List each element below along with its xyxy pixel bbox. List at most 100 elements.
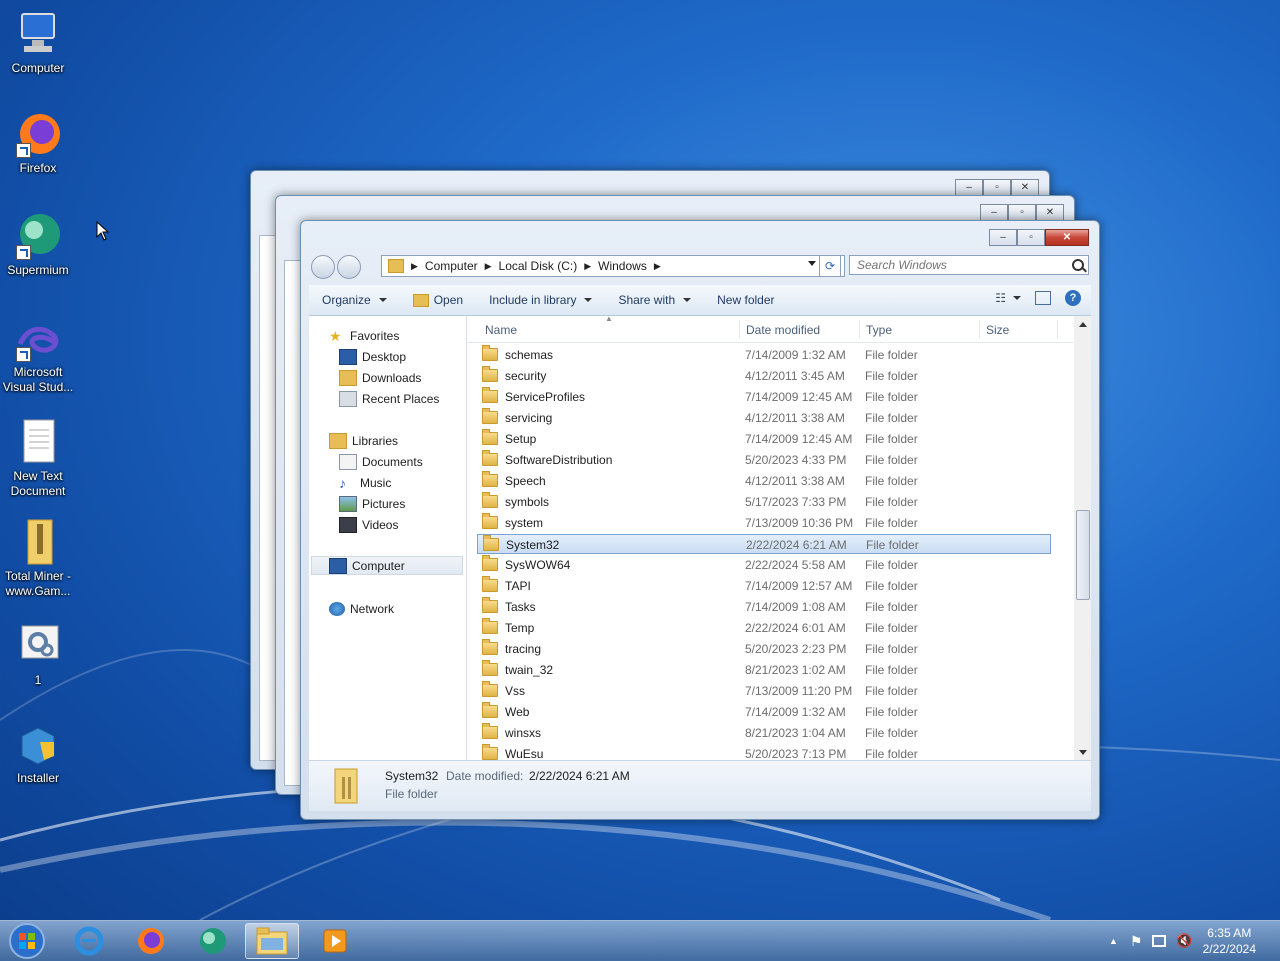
- details-date-label: Date modified:: [446, 769, 524, 783]
- vertical-scrollbar[interactable]: [1074, 316, 1091, 761]
- column-divider[interactable]: [979, 320, 980, 338]
- network-status-icon[interactable]: [1152, 935, 1167, 947]
- column-type[interactable]: Type: [866, 323, 892, 337]
- folder-zip-icon: [14, 518, 62, 566]
- desktop-icon-new-text-document[interactable]: New Text Document: [0, 418, 76, 499]
- minimize-button[interactable]: –: [989, 229, 1017, 246]
- search-icon[interactable]: [1072, 259, 1084, 271]
- desktop-icon-supermium[interactable]: Supermium: [0, 212, 76, 278]
- file-row[interactable]: SysWOW64 2/22/2024 5:58 AM File folder: [477, 555, 1051, 575]
- maximize-button[interactable]: ▫: [983, 179, 1011, 196]
- file-row[interactable]: WuEsu 5/20/2023 7:13 PM File folder: [477, 744, 1051, 761]
- minimize-button[interactable]: –: [980, 204, 1008, 221]
- explorer-window[interactable]: – ▫ ✕ ▶ Computer ▶ Local Disk (C:) ▶ Win…: [300, 220, 1100, 820]
- minimize-button[interactable]: –: [955, 179, 983, 196]
- nav-recent-places[interactable]: Recent Places: [339, 389, 439, 408]
- file-row[interactable]: Speech 4/12/2011 3:38 AM File folder: [477, 471, 1051, 491]
- open-button[interactable]: Open: [400, 293, 476, 307]
- taskbar-firefox[interactable]: [124, 923, 178, 959]
- desktop-icon-visual-studio[interactable]: Microsoft Visual Stud...: [0, 322, 76, 395]
- close-button[interactable]: ✕: [1045, 229, 1089, 246]
- column-divider[interactable]: [859, 320, 860, 338]
- file-row[interactable]: System32 2/22/2024 6:21 AM File folder: [477, 534, 1051, 554]
- videos-icon: [339, 516, 357, 533]
- desktop-icon-1[interactable]: 1: [0, 622, 76, 688]
- nav-music[interactable]: ♪ Music: [339, 473, 391, 492]
- nav-libraries[interactable]: Libraries: [329, 431, 398, 450]
- breadcrumb-computer[interactable]: Computer: [421, 259, 482, 273]
- column-divider[interactable]: [1057, 320, 1058, 338]
- organize-button[interactable]: Organize: [309, 293, 400, 307]
- nav-network[interactable]: Network: [329, 599, 394, 618]
- desktop-icon-installer[interactable]: Installer: [0, 720, 76, 786]
- file-row[interactable]: security 4/12/2011 3:45 AM File folder: [477, 366, 1051, 386]
- nav-computer[interactable]: Computer: [311, 556, 463, 575]
- taskbar-media-player[interactable]: [308, 923, 362, 959]
- volume-muted-icon[interactable]: 🔇: [1176, 933, 1192, 949]
- share-with-button[interactable]: Share with: [605, 293, 704, 307]
- column-divider[interactable]: [739, 320, 740, 338]
- file-row[interactable]: winsxs 8/21/2023 1:04 AM File folder: [477, 723, 1051, 743]
- column-size[interactable]: Size: [986, 323, 1009, 337]
- desktop-icon-firefox[interactable]: Firefox: [0, 110, 76, 176]
- include-in-library-button[interactable]: Include in library: [476, 293, 605, 307]
- change-view-button[interactable]: ☷: [995, 291, 1021, 305]
- nav-documents[interactable]: Documents: [339, 452, 423, 471]
- scroll-thumb[interactable]: [1076, 510, 1090, 600]
- column-date-modified[interactable]: Date modified: [746, 323, 820, 337]
- back-button[interactable]: [311, 255, 335, 279]
- file-row[interactable]: system 7/13/2009 10:36 PM File folder: [477, 513, 1051, 533]
- desktop-icon-label: New Text Document: [10, 469, 66, 498]
- nav-pictures[interactable]: Pictures: [339, 494, 405, 513]
- clock[interactable]: 6:35 AM 2/22/2024: [1203, 925, 1256, 957]
- column-name[interactable]: Name: [485, 323, 517, 337]
- nav-downloads[interactable]: Downloads: [339, 368, 421, 387]
- file-date-modified: 2/22/2024 6:01 AM: [745, 621, 846, 635]
- file-row[interactable]: Vss 7/13/2009 11:20 PM File folder: [477, 681, 1051, 701]
- file-row[interactable]: symbols 5/17/2023 7:33 PM File folder: [477, 492, 1051, 512]
- include-in-library-label: Include in library: [489, 293, 577, 307]
- file-row[interactable]: tracing 5/20/2023 2:23 PM File folder: [477, 639, 1051, 659]
- search-input[interactable]: [849, 255, 1089, 275]
- action-center-flag-icon[interactable]: ⚑: [1130, 933, 1143, 950]
- close-button[interactable]: ✕: [1036, 204, 1064, 221]
- show-hidden-icons-icon[interactable]: ▲: [1109, 936, 1118, 946]
- maximize-button[interactable]: ▫: [1008, 204, 1036, 221]
- start-button[interactable]: [0, 923, 54, 959]
- nav-favorites[interactable]: ★ Favorites: [329, 326, 399, 345]
- file-row[interactable]: Tasks 7/14/2009 1:08 AM File folder: [477, 597, 1051, 617]
- file-row[interactable]: TAPI 7/14/2009 12:57 AM File folder: [477, 576, 1051, 596]
- address-bar[interactable]: ▶ Computer ▶ Local Disk (C:) ▶ Windows ▶: [381, 255, 845, 277]
- taskbar-explorer[interactable]: [245, 923, 299, 959]
- file-row[interactable]: twain_32 8/21/2023 1:02 AM File folder: [477, 660, 1051, 680]
- nav-videos[interactable]: Videos: [339, 515, 398, 534]
- file-row[interactable]: schemas 7/14/2009 1:32 AM File folder: [477, 345, 1051, 365]
- file-row[interactable]: Temp 2/22/2024 6:01 AM File folder: [477, 618, 1051, 638]
- desktop-icon-computer[interactable]: Computer: [0, 10, 76, 76]
- breadcrumb-local-disk[interactable]: Local Disk (C:): [495, 259, 582, 273]
- media-player-icon: [323, 929, 347, 953]
- desktop-icon-total-miner[interactable]: Total Miner - www.Gam...: [0, 518, 76, 599]
- taskbar: ▲ ⚑ 🔇 6:35 AM 2/22/2024: [0, 920, 1280, 961]
- help-icon[interactable]: ?: [1065, 290, 1081, 306]
- breadcrumb-windows[interactable]: Windows: [594, 259, 651, 273]
- taskbar-supermium[interactable]: [186, 923, 240, 959]
- file-row[interactable]: ServiceProfiles 7/14/2009 12:45 AM File fo…: [477, 387, 1051, 407]
- file-type: File folder: [865, 579, 918, 593]
- file-row[interactable]: Setup 7/14/2009 12:45 AM File folder: [477, 429, 1051, 449]
- close-button[interactable]: ✕: [1011, 179, 1039, 196]
- preview-pane-icon[interactable]: [1035, 291, 1051, 305]
- scroll-down-icon[interactable]: [1079, 750, 1087, 755]
- file-row[interactable]: servicing 4/12/2011 3:38 AM File folder: [477, 408, 1051, 428]
- forward-button[interactable]: [337, 255, 361, 279]
- maximize-button[interactable]: ▫: [1017, 229, 1045, 246]
- address-dropdown-icon[interactable]: [808, 261, 816, 266]
- file-row[interactable]: Web 7/14/2009 1:32 AM File folder: [477, 702, 1051, 722]
- file-row[interactable]: SoftwareDistribution 5/20/2023 4:33 PM Fil…: [477, 450, 1051, 470]
- scroll-up-icon[interactable]: [1079, 322, 1087, 327]
- taskbar-internet-explorer[interactable]: [62, 923, 116, 959]
- file-type: File folder: [865, 726, 918, 740]
- new-folder-button[interactable]: New folder: [704, 293, 787, 307]
- refresh-button[interactable]: ⟳: [819, 255, 841, 277]
- nav-desktop[interactable]: Desktop: [339, 347, 406, 366]
